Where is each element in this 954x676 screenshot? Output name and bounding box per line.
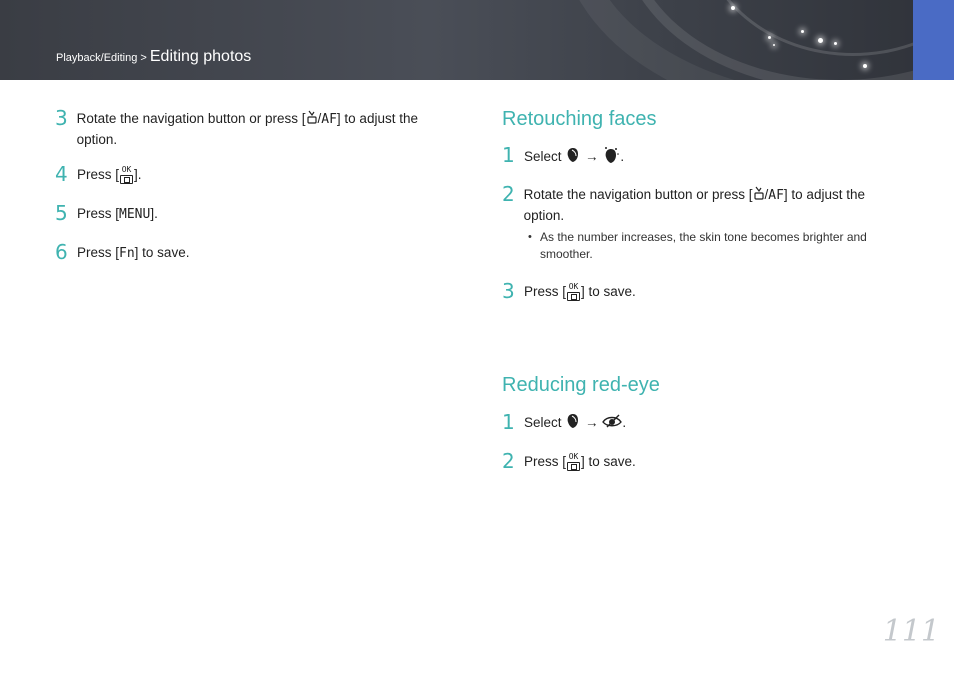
af-icon: AF <box>768 188 784 204</box>
page-header: Playback/Editing > Editing photos <box>0 0 954 80</box>
face-retouch-icon <box>602 146 620 169</box>
menu-key-icon: MENU <box>119 207 151 222</box>
redeye-step-2: 2 Press [OK] to save. <box>502 449 902 473</box>
retouch-note: As the number increases, the skin tone b… <box>528 229 900 263</box>
red-eye-icon <box>602 414 623 433</box>
sparkle-decoration <box>801 30 804 33</box>
step-number: 5 <box>55 201 68 225</box>
retouch-step-1: 1 Select → . <box>502 145 902 169</box>
timer-icon <box>306 109 318 130</box>
breadcrumb-page: Editing photos <box>149 48 252 65</box>
breadcrumb-section[interactable]: Playback/Editing <box>56 52 137 64</box>
retouch-step-2: 2 Rotate the navigation button or press … <box>502 184 902 225</box>
step-text: Press [MENU]. <box>77 206 158 222</box>
step-number: 4 <box>55 162 68 186</box>
step-text: Select → . <box>524 145 624 169</box>
step-number: 6 <box>55 240 68 264</box>
step-3: 3 Rotate the navigation button or press … <box>55 108 455 149</box>
header-accent-tab <box>913 0 954 80</box>
step-text: Rotate the navigation button or press [/… <box>524 184 902 225</box>
step-6: 6 Press [Fn] to save. <box>55 242 455 263</box>
ok-button-icon: OK <box>567 283 581 302</box>
step-5: 5 Press [MENU]. <box>55 203 455 224</box>
fn-key-icon: Fn <box>119 246 135 261</box>
sparkle-decoration <box>773 44 775 46</box>
breadcrumb: Playback/Editing > Editing photos <box>56 48 251 66</box>
sparkle-decoration <box>863 64 867 68</box>
step-number: 3 <box>502 279 515 303</box>
ok-button-icon: OK <box>567 453 581 472</box>
step-number: 1 <box>502 143 515 167</box>
af-icon: AF <box>321 112 337 128</box>
face-icon <box>565 147 581 168</box>
section-heading-retouching: Retouching faces <box>502 108 657 130</box>
step-4: 4 Press [OK]. <box>55 162 455 186</box>
step-text: Rotate the navigation button or press [/… <box>77 108 455 149</box>
redeye-step-1: 1 Select → . <box>502 412 902 434</box>
timer-icon <box>753 185 765 206</box>
step-number: 2 <box>502 449 515 473</box>
step-text: Press [OK]. <box>77 164 142 185</box>
step-text: Select → . <box>524 412 626 434</box>
page-number: 111 <box>882 614 940 649</box>
step-number: 2 <box>502 182 515 206</box>
sparkle-decoration <box>731 6 735 10</box>
breadcrumb-separator: > <box>137 52 150 64</box>
ok-button-icon: OK <box>120 166 134 185</box>
step-number: 3 <box>55 106 68 130</box>
step-text: Press [Fn] to save. <box>77 245 190 261</box>
step-number: 1 <box>502 410 515 434</box>
face-icon <box>565 413 581 434</box>
retouch-step-3: 3 Press [OK] to save. <box>502 279 902 303</box>
step-text: Press [OK] to save. <box>524 451 636 472</box>
sparkle-decoration <box>768 36 771 39</box>
step-text: Press [OK] to save. <box>524 281 636 302</box>
sparkle-decoration <box>834 42 837 45</box>
sparkle-decoration <box>818 38 823 43</box>
section-heading-redeye: Reducing red-eye <box>502 374 660 396</box>
